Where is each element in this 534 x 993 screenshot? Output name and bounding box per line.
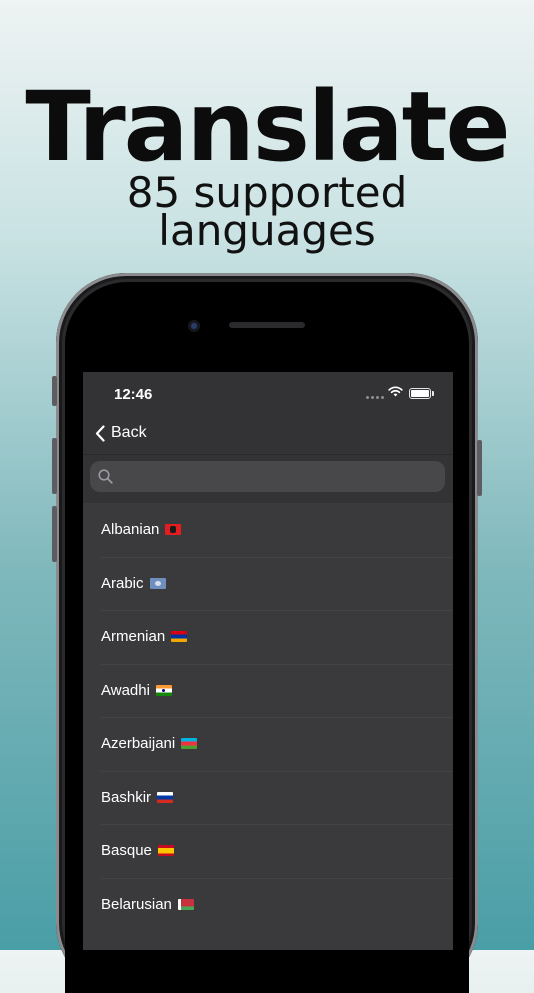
navigation-bar: Back [83,416,453,455]
language-row-azerbaijani[interactable]: Azerbaijani [83,717,453,771]
arab-league-flag-icon [149,577,166,589]
language-row-armenian[interactable]: Armenian [83,610,453,664]
phone-screen: 12:46 Back Albanian Arabic Armenian Awad… [83,372,453,950]
volume-up-button [52,438,57,494]
albania-flag-icon [165,524,182,536]
language-row-bashkir[interactable]: Bashkir [83,770,453,825]
india-flag-icon [155,684,172,696]
language-label: Armenian [101,628,166,646]
language-row-belarusian[interactable]: Belarusian [83,877,453,932]
status-time: 12:46 [114,386,153,403]
volume-down-button [52,506,57,562]
language-row-awadhi[interactable]: Awadhi [83,663,453,718]
language-label: Awadhi [101,681,150,699]
wifi-icon [388,386,403,397]
language-row-basque[interactable]: Basque [83,824,453,878]
search-field[interactable] [90,461,445,494]
spain-flag-icon [157,845,174,857]
language-label: Albanian [101,521,160,539]
language-label: Arabic [101,574,144,592]
language-label: Azerbaijani [101,735,176,753]
front-camera [188,320,200,332]
battery-icon [409,388,434,399]
language-label: Basque [101,842,152,860]
azerbaijan-flag-icon [181,738,198,750]
language-label: Belarusian [101,895,172,913]
promo-subline: 85 supported languages [0,172,534,255]
language-row-arabic[interactable]: Arabic [83,556,453,611]
search-icon [98,469,113,484]
earpiece-speaker [229,322,305,328]
status-bar: 12:46 [83,372,453,416]
cellular-signal-icon [366,396,384,399]
russia-flag-icon [157,791,174,803]
promo-headline: Translate [25,71,510,183]
chevron-left-icon [95,424,105,442]
promo-subline-line-2: languages [158,206,376,255]
search-bar [83,455,453,503]
mute-switch [52,376,57,406]
search-input[interactable] [120,461,437,494]
language-row-albanian[interactable]: Albanian [83,503,453,557]
language-list: Albanian Arabic Armenian Awadhi Azerbaij… [83,503,453,931]
belarus-flag-icon [177,898,194,910]
armenia-flag-icon [171,631,188,643]
power-button [477,440,482,496]
language-label: Bashkir [101,788,152,806]
back-button-label: Back [111,424,147,441]
back-button[interactable]: Back [95,424,147,442]
